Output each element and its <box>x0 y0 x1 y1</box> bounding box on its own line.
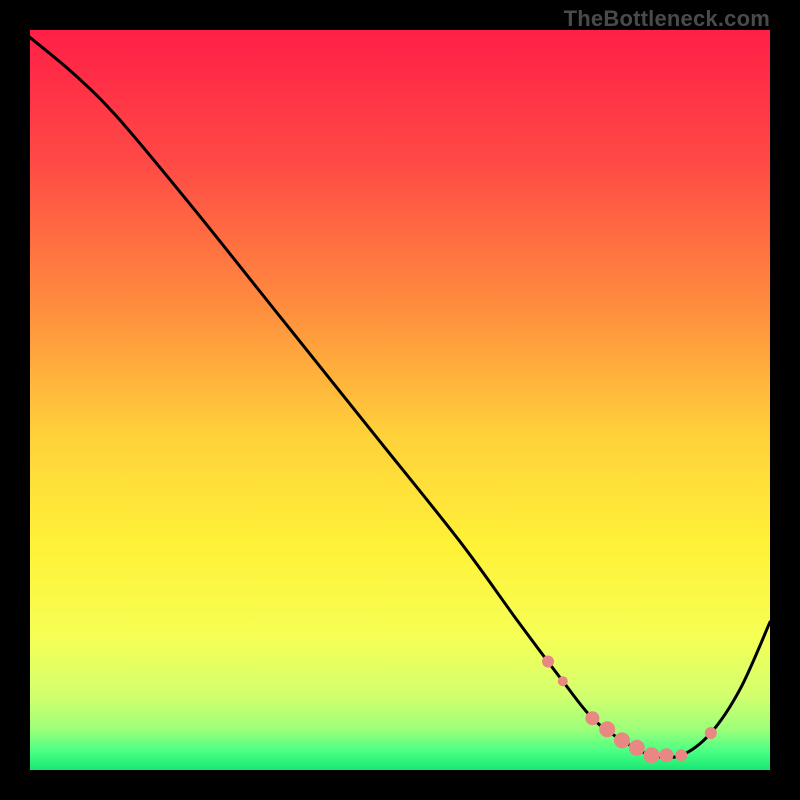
optimal-dot <box>558 676 568 686</box>
optimal-dot <box>659 748 673 762</box>
chart-frame: TheBottleneck.com <box>0 0 800 800</box>
curve-layer <box>30 30 770 770</box>
optimal-dot <box>614 732 630 748</box>
bottleneck-curve <box>30 37 770 757</box>
optimal-range-dots <box>542 656 717 764</box>
optimal-dot <box>542 656 554 668</box>
optimal-dot <box>585 711 599 725</box>
watermark-text: TheBottleneck.com <box>564 6 770 32</box>
optimal-dot <box>644 747 660 763</box>
optimal-dot <box>599 721 615 737</box>
optimal-dot <box>705 727 717 739</box>
optimal-dot <box>629 740 645 756</box>
plot-area <box>30 30 770 770</box>
optimal-dot <box>675 749 687 761</box>
